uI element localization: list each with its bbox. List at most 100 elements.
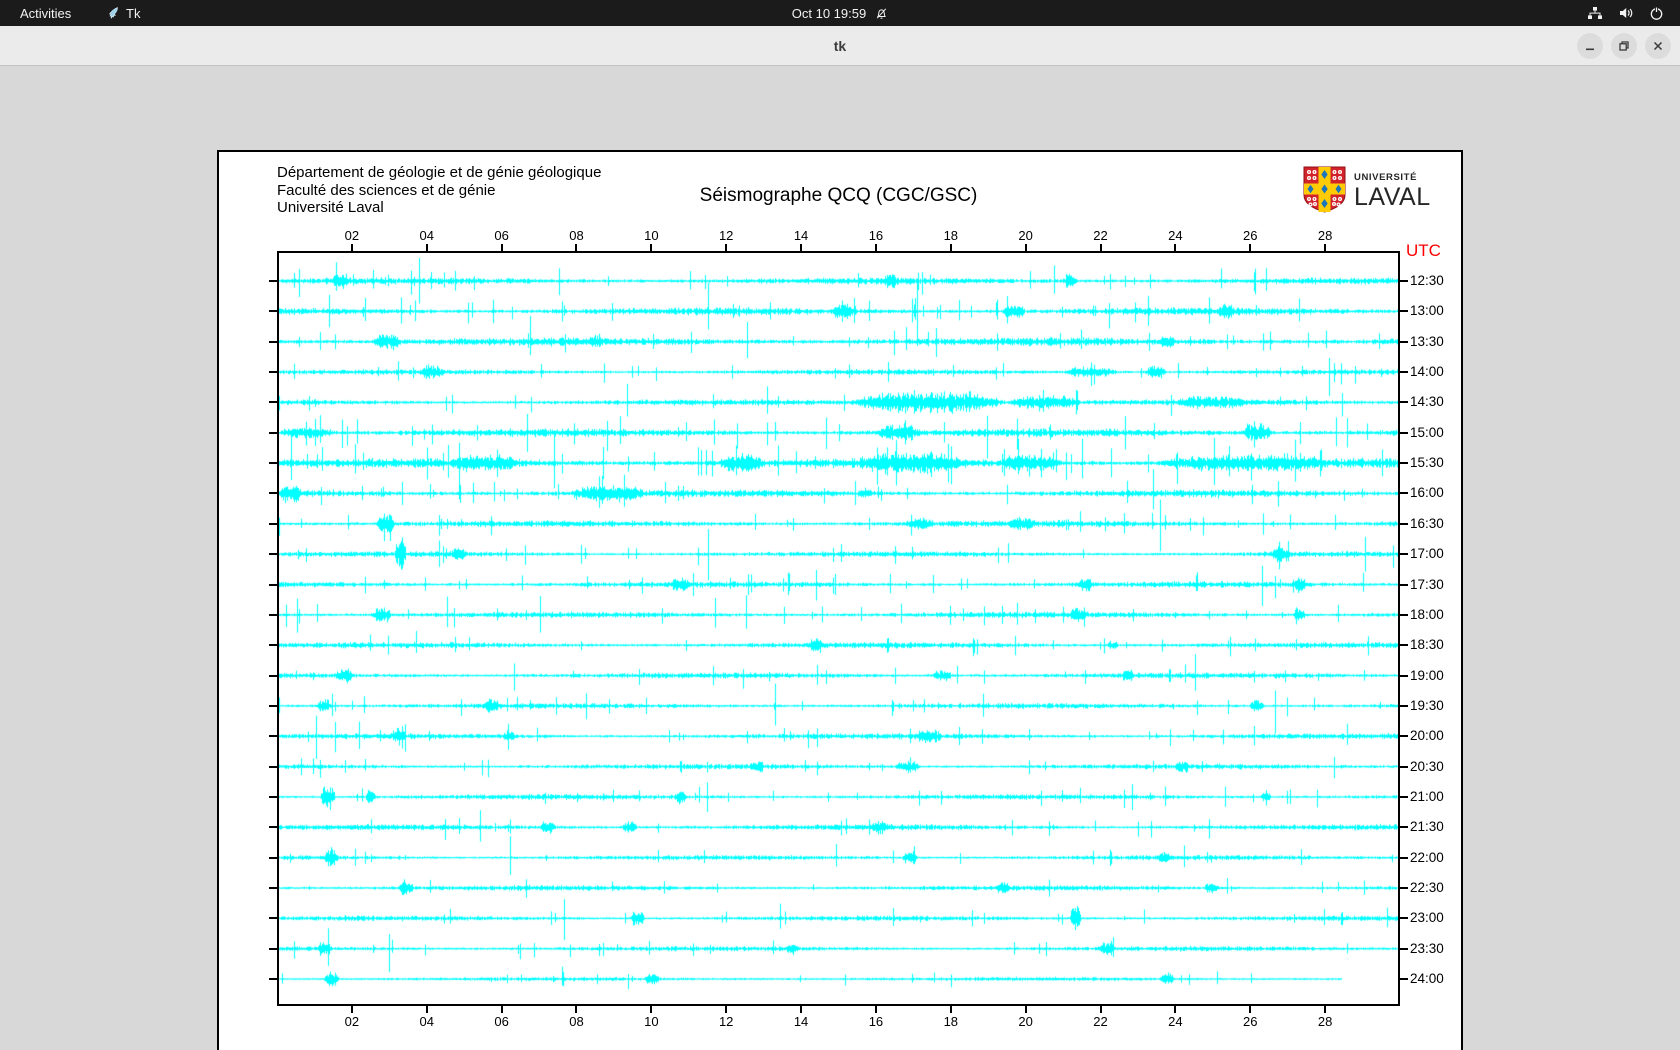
- row-time-label: 13:00: [1410, 303, 1444, 319]
- window-body: Département de géologie et de génie géol…: [0, 66, 1680, 1050]
- seismogram-traces: [279, 253, 1398, 1004]
- x-tick-bottom: [800, 1006, 803, 1013]
- x-tick-bottom: [575, 1006, 578, 1013]
- row-tick-right: [1400, 826, 1408, 829]
- x-tick-label-bottom: 10: [644, 1014, 659, 1029]
- close-button[interactable]: [1645, 33, 1671, 59]
- row-tick-left: [269, 401, 277, 404]
- row-tick-right: [1400, 613, 1408, 616]
- restore-button[interactable]: [1611, 33, 1637, 59]
- x-tick-label-top: 24: [1168, 228, 1183, 243]
- x-tick-label-top: 08: [569, 228, 584, 243]
- x-tick-label-bottom: 06: [494, 1014, 509, 1029]
- row-tick-left: [269, 795, 277, 798]
- row-tick-right: [1400, 978, 1408, 981]
- row-tick-left: [269, 522, 277, 525]
- clock-label: Oct 10 19:59: [791, 5, 867, 21]
- x-tick-top: [350, 244, 353, 251]
- x-tick-bottom: [1099, 1006, 1102, 1013]
- x-tick-label-bottom: 08: [569, 1014, 584, 1029]
- x-tick-label-top: 16: [868, 228, 884, 243]
- row-time-label: 22:30: [1410, 880, 1444, 895]
- row-time-label: 22:00: [1410, 849, 1444, 865]
- x-tick-top: [1324, 244, 1327, 251]
- row-time-label: 18:00: [1410, 606, 1444, 622]
- row-tick-right: [1400, 947, 1408, 950]
- logo-universite-label: UNIVERSITÉ: [1354, 172, 1418, 183]
- x-tick-top: [500, 244, 503, 251]
- tk-feather-icon: [106, 6, 120, 20]
- x-tick-label-bottom: 12: [718, 1014, 734, 1029]
- window-titlebar[interactable]: tk: [0, 26, 1680, 66]
- row-tick-left: [269, 340, 277, 343]
- x-tick-bottom: [500, 1006, 503, 1013]
- x-tick-bottom: [1024, 1006, 1027, 1013]
- x-tick-label-top: 28: [1317, 228, 1333, 243]
- x-tick-top: [1099, 244, 1102, 251]
- x-tick-top: [800, 244, 803, 251]
- x-tick-label-top: 20: [1018, 228, 1033, 243]
- row-time-label: 20:00: [1410, 728, 1444, 744]
- app-menu-label: Tk: [126, 5, 141, 21]
- row-time-label: 19:30: [1410, 697, 1444, 713]
- row-tick-left: [269, 583, 277, 586]
- x-tick-label-top: 04: [419, 228, 434, 243]
- x-tick-bottom: [1249, 1006, 1252, 1013]
- network-icon: [1587, 6, 1603, 20]
- x-tick-top: [1249, 244, 1252, 251]
- x-tick-label-top: 02: [344, 228, 360, 243]
- row-time-label: 16:00: [1410, 485, 1444, 501]
- x-tick-label-bottom: 04: [419, 1014, 434, 1029]
- x-tick-label-bottom: 26: [1243, 1014, 1258, 1029]
- x-tick-top: [425, 244, 428, 251]
- row-tick-right: [1400, 553, 1408, 556]
- universite-laval-logo: UNIVERSITÉ LAVAL: [1303, 166, 1431, 213]
- row-time-label: 14:00: [1410, 364, 1444, 380]
- row-tick-right: [1400, 674, 1408, 677]
- row-tick-right: [1400, 704, 1408, 707]
- row-time-label: 16:30: [1410, 515, 1444, 531]
- x-tick-bottom: [350, 1006, 353, 1013]
- x-tick-top: [949, 244, 952, 251]
- row-time-label: 23:00: [1410, 910, 1444, 926]
- x-tick-label-bottom: 02: [344, 1014, 360, 1029]
- row-tick-left: [269, 887, 277, 889]
- x-tick-bottom: [725, 1006, 728, 1013]
- speaker-icon: [1618, 6, 1634, 20]
- x-tick-label-bottom: 28: [1317, 1014, 1333, 1029]
- x-tick-label-top: 18: [943, 228, 959, 243]
- row-tick-left: [269, 704, 277, 707]
- row-time-label: 12:30: [1410, 273, 1444, 288]
- laval-shield-icon: [1303, 166, 1346, 213]
- row-tick-right: [1400, 583, 1408, 586]
- row-tick-right: [1400, 462, 1408, 465]
- row-time-label: 18:30: [1410, 637, 1444, 653]
- row-tick-left: [269, 310, 277, 313]
- row-time-label: 23:30: [1410, 940, 1444, 956]
- row-time-label: 21:30: [1410, 819, 1444, 835]
- x-tick-top: [575, 244, 578, 251]
- x-tick-top: [650, 244, 653, 251]
- row-tick-right: [1400, 644, 1408, 647]
- chart-title: Séismographe QCQ (CGC/GSC): [699, 185, 978, 206]
- row-time-label: 14:30: [1410, 394, 1444, 410]
- row-time-label: 15:00: [1410, 424, 1444, 440]
- app-menu-button[interactable]: Tk: [100, 0, 146, 26]
- minimize-button[interactable]: [1577, 33, 1603, 59]
- x-tick-label-bottom: 14: [793, 1014, 809, 1029]
- x-tick-label-bottom: 20: [1018, 1014, 1033, 1029]
- row-tick-left: [269, 553, 277, 556]
- row-tick-right: [1400, 887, 1408, 889]
- row-time-label: 20:30: [1410, 758, 1444, 774]
- row-time-label: 19:00: [1410, 667, 1444, 683]
- row-tick-right: [1400, 765, 1408, 768]
- system-tray[interactable]: [1587, 0, 1664, 26]
- row-tick-right: [1400, 431, 1408, 434]
- row-tick-right: [1400, 371, 1408, 374]
- row-tick-left: [269, 826, 277, 829]
- institution-line: Département de géologie et de génie géol…: [277, 164, 602, 181]
- activities-button[interactable]: Activities: [14, 0, 77, 26]
- row-time-label: 24:00: [1410, 971, 1444, 987]
- row-tick-left: [269, 462, 277, 465]
- row-tick-left: [269, 674, 277, 677]
